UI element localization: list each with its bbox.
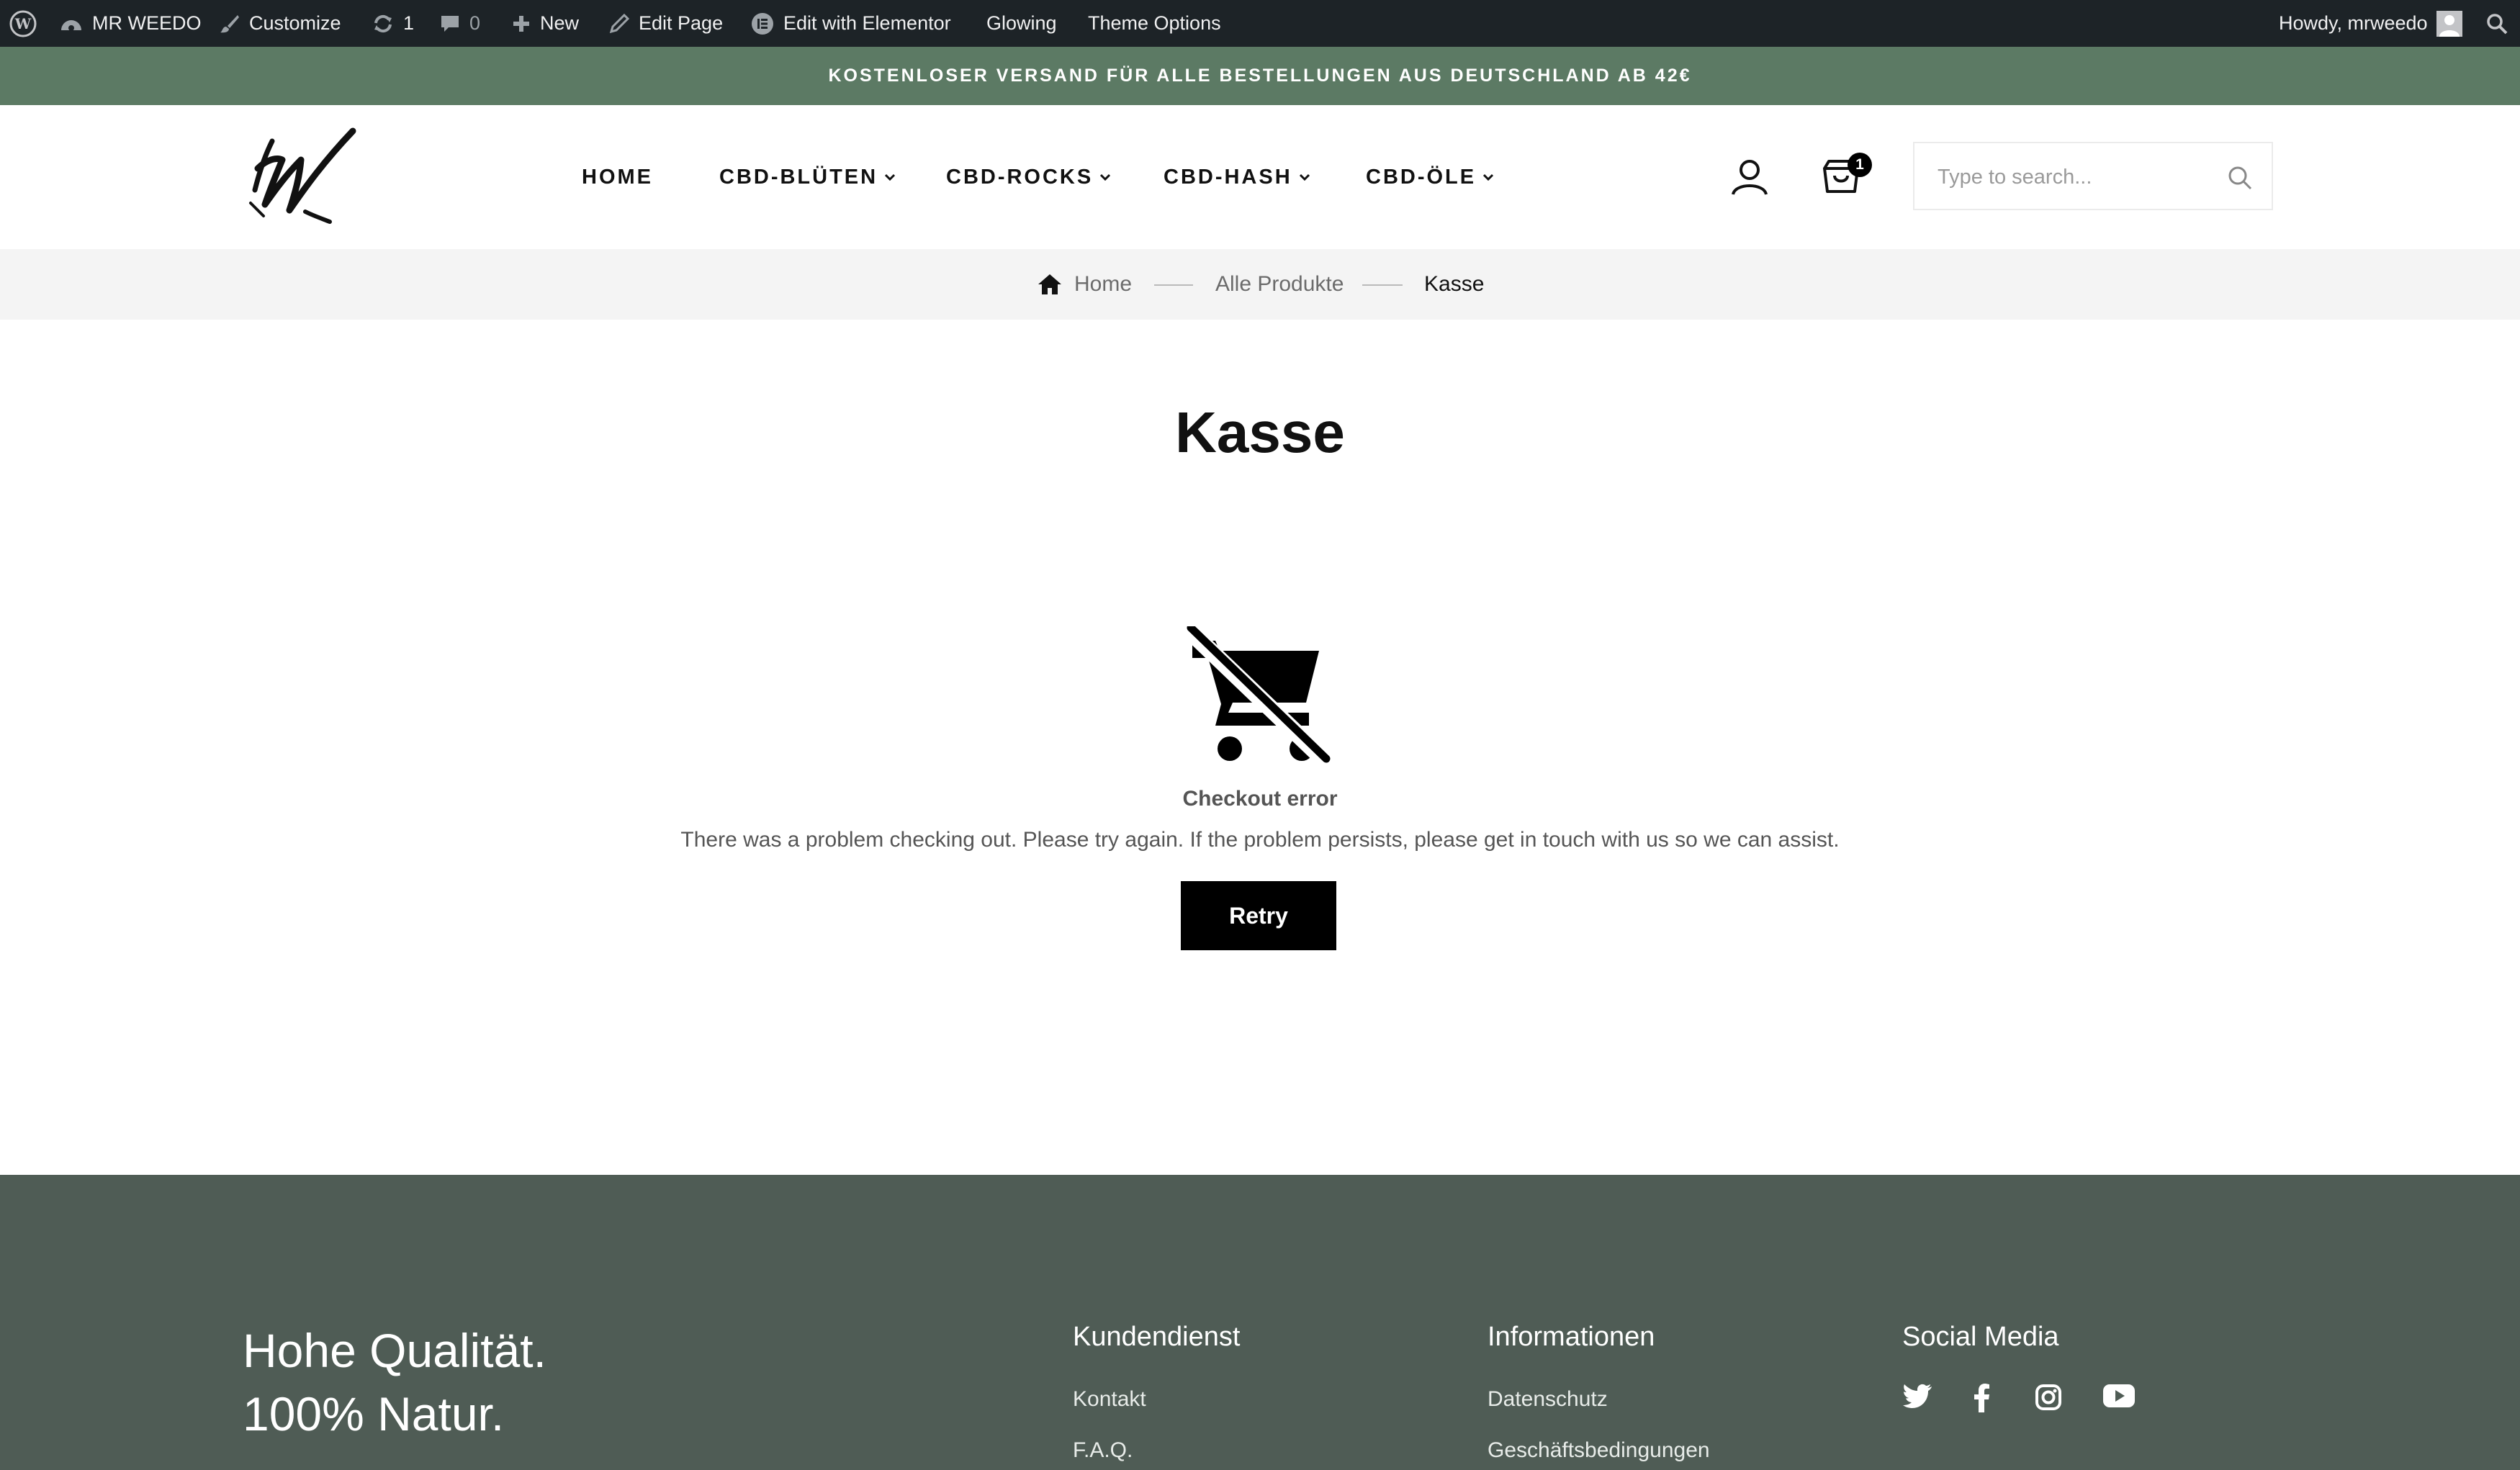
- breadcrumb-alle-produkte[interactable]: Alle Produkte: [1215, 268, 1344, 301]
- brush-icon: [219, 13, 240, 35]
- footer-heading-informationen: Informationen: [1488, 1322, 1655, 1352]
- updates-link[interactable]: 1: [372, 0, 414, 47]
- account-user-icon[interactable]: [1729, 157, 1770, 197]
- site-name-label: MR WEEDO: [92, 12, 202, 34]
- breadcrumb-home-label: Home: [1074, 272, 1133, 296]
- tagline-line-1: Hohe Qualität.: [243, 1324, 546, 1377]
- footer-link-geschaeftsbedingungen[interactable]: Geschäftsbedingungen: [1488, 1438, 1710, 1463]
- breadcrumb-separator: [1362, 284, 1403, 286]
- breadcrumb-current-label: Kasse: [1424, 272, 1485, 296]
- free-shipping-text: KOSTENLOSER VERSAND FÜR ALLE BESTELLUNGE…: [828, 66, 1692, 86]
- home-icon: [1037, 273, 1063, 296]
- twitter-icon[interactable]: [1902, 1384, 1932, 1410]
- nav-cbd-oele[interactable]: CBD-ÖLE: [1366, 158, 1495, 196]
- comments-link[interactable]: 0: [439, 0, 480, 47]
- nav-cbd-oele-label: CBD-ÖLE: [1366, 165, 1477, 189]
- breadcrumb: Home Alle Produkte Kasse: [0, 249, 2520, 320]
- footer-link-kontakt[interactable]: Kontakt: [1073, 1387, 1146, 1412]
- chevron-down-icon: [1298, 172, 1311, 182]
- footer-heading-kundendienst: Kundendienst: [1073, 1322, 1241, 1352]
- nav-home[interactable]: HOME: [582, 158, 653, 196]
- breadcrumb-separator: [1154, 284, 1193, 286]
- footer-link-datenschutz[interactable]: Datenschutz: [1488, 1387, 1608, 1412]
- svg-text:W: W: [14, 15, 32, 32]
- theme-options-label: Theme Options: [1088, 12, 1221, 34]
- nav-cbd-rocks-label: CBD-ROCKS: [946, 165, 1094, 189]
- site-name-link[interactable]: MR WEEDO: [59, 0, 202, 47]
- header-search: [1913, 142, 2273, 210]
- breadcrumb-alle-produkte-label: Alle Produkte: [1215, 272, 1344, 296]
- updates-count: 1: [403, 12, 415, 34]
- search-input[interactable]: [1936, 158, 2213, 197]
- admin-bar: W MR WEEDO Customize 1 0 New Edit Page E…: [0, 0, 2520, 47]
- checkout-error-message: There was a problem checking out. Please…: [680, 828, 1840, 852]
- dashboard-icon: [59, 13, 84, 35]
- site-header: HOME CBD-BLÜTEN CBD-ROCKS CBD-HASH CBD-Ö…: [0, 105, 2520, 249]
- chevron-down-icon: [1099, 172, 1112, 182]
- site-logo[interactable]: [245, 124, 360, 232]
- theme-options-link[interactable]: Theme Options: [1088, 0, 1221, 47]
- customize-label: Customize: [249, 12, 341, 34]
- howdy-label: Howdy, mrweedo: [2279, 12, 2428, 34]
- cart-button[interactable]: 1: [1822, 153, 1872, 197]
- instagram-icon[interactable]: [2035, 1384, 2062, 1411]
- wordpress-logo-icon[interactable]: W: [9, 0, 37, 47]
- empty-cart-icon: [1187, 626, 1331, 767]
- breadcrumb-home[interactable]: Home: [1037, 268, 1132, 301]
- checkout-error-title: Checkout error: [1182, 787, 1338, 811]
- glowing-label: Glowing: [986, 12, 1057, 34]
- nav-cbd-hash-label: CBD-HASH: [1164, 165, 1292, 189]
- cart-count-badge: 1: [1848, 153, 1872, 177]
- comment-icon: [439, 13, 461, 35]
- new-label: New: [540, 12, 580, 34]
- tagline-line-2: 100% Natur.: [243, 1387, 505, 1440]
- retry-button[interactable]: Retry: [1181, 881, 1336, 950]
- avatar: [2436, 10, 2462, 37]
- my-account-link[interactable]: Howdy, mrweedo: [2279, 0, 2462, 47]
- refresh-icon: [372, 13, 395, 35]
- facebook-icon[interactable]: [1973, 1384, 1992, 1412]
- nav-cbd-blueten[interactable]: CBD-BLÜTEN: [719, 158, 896, 196]
- site-footer: Hohe Qualität. 100% Natur. Kundendienst …: [0, 1175, 2520, 1470]
- nav-cbd-hash[interactable]: CBD-HASH: [1164, 158, 1311, 196]
- plus-icon: [511, 14, 531, 34]
- pencil-icon: [608, 13, 630, 35]
- new-content-link[interactable]: New: [511, 0, 579, 47]
- search-icon[interactable]: [2227, 165, 2253, 191]
- admin-search-icon[interactable]: [2485, 0, 2508, 47]
- footer-tagline: Hohe Qualität. 100% Natur.: [243, 1319, 546, 1446]
- nav-cbd-blueten-label: CBD-BLÜTEN: [719, 165, 878, 189]
- elementor-icon: [750, 12, 775, 36]
- edit-page-label: Edit Page: [639, 12, 724, 34]
- footer-heading-social-media: Social Media: [1902, 1322, 2059, 1352]
- page-title: Kasse: [1175, 400, 1345, 464]
- edit-page-link[interactable]: Edit Page: [608, 0, 723, 47]
- nav-home-label: HOME: [582, 165, 653, 189]
- breadcrumb-current: Kasse: [1424, 268, 1484, 301]
- chevron-down-icon: [883, 172, 896, 182]
- customize-link[interactable]: Customize: [219, 0, 341, 47]
- free-shipping-banner: KOSTENLOSER VERSAND FÜR ALLE BESTELLUNGE…: [0, 47, 2520, 105]
- edit-with-elementor-link[interactable]: Edit with Elementor: [750, 0, 951, 47]
- glowing-link[interactable]: Glowing: [986, 0, 1057, 47]
- comments-count: 0: [469, 12, 481, 34]
- youtube-icon[interactable]: [2102, 1384, 2136, 1408]
- nav-cbd-rocks[interactable]: CBD-ROCKS: [946, 158, 1112, 196]
- chevron-down-icon: [1482, 172, 1495, 182]
- edit-with-elementor-label: Edit with Elementor: [783, 12, 951, 34]
- footer-link-faq[interactable]: F.A.Q.: [1073, 1438, 1133, 1463]
